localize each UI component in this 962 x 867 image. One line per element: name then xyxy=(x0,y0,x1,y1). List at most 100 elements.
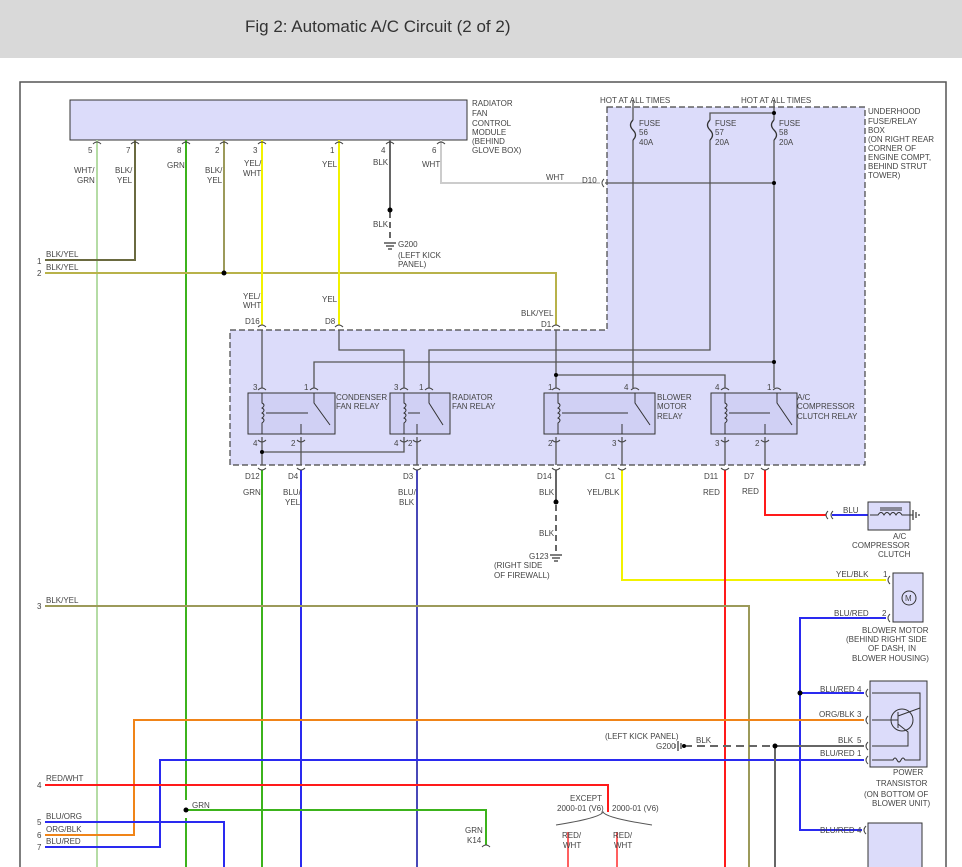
wire-color-label: BLU/ORG xyxy=(46,812,82,821)
lower-component xyxy=(867,822,923,867)
wire-color-label: YEL/BLK xyxy=(587,488,620,497)
fuse-rating: 20A xyxy=(779,138,794,147)
wire-color-label: BLU/ xyxy=(398,488,417,497)
ground-label: G200 xyxy=(656,742,676,751)
relay-pin: 1 xyxy=(419,383,424,392)
blower-label: OF DASH, IN xyxy=(868,644,916,653)
fuse-label: FUSE xyxy=(715,119,736,128)
wire-color-label: ORG/BLK xyxy=(819,710,855,719)
fusebox-label: BOX xyxy=(868,126,886,135)
wire-color-label: YEL xyxy=(117,176,133,185)
variant-label: 2000-01 (V6) xyxy=(557,804,604,813)
wire-color-label: BLU/RED xyxy=(820,685,855,694)
wire-color-label: BLU/ xyxy=(283,488,302,497)
wire-color-label: WHT xyxy=(614,841,632,850)
wire-color-label: BLK/ xyxy=(115,166,133,175)
wire-color-label: BLK xyxy=(373,220,389,229)
module-pin-number: 7 xyxy=(126,146,131,155)
ground-label: (LEFT KICK xyxy=(398,251,442,260)
ground-label: (RIGHT SIDE xyxy=(494,561,542,570)
wire-color-label: BLU/RED xyxy=(46,837,81,846)
fusebox-label: ENGINE COMPT, xyxy=(868,153,931,162)
fuse-rating: 20A xyxy=(715,138,730,147)
wire-color-label: YEL/ xyxy=(244,159,262,168)
wire-color-label: RED/ xyxy=(562,831,582,840)
relay-pin: 4 xyxy=(715,383,720,392)
line-number: 3 xyxy=(37,602,42,611)
pin-number: 2 xyxy=(882,609,887,618)
pin-number: 1 xyxy=(883,570,888,579)
wire-red-d7 xyxy=(764,470,826,516)
line-number: 2 xyxy=(37,269,42,278)
connector-label: K14 xyxy=(467,836,482,845)
line-number: 1 xyxy=(37,257,42,266)
fusebox-label: CORNER OF xyxy=(868,144,916,153)
wire-color-label: YEL xyxy=(322,295,338,304)
ground-label: G200 xyxy=(398,240,418,249)
wiring-diagram: M RADIATOR FAN CONTROL MODULE (BEHIND GL… xyxy=(19,81,947,867)
line-number: 7 xyxy=(37,843,42,852)
connector-label: D7 xyxy=(744,472,755,481)
line-number: 4 xyxy=(37,781,42,790)
wire-color-label: BLK/YEL xyxy=(521,309,554,318)
relay-label: A/C xyxy=(797,393,811,402)
relay-label: RADIATOR xyxy=(452,393,493,402)
connector-label: D10 xyxy=(582,176,597,185)
transistor-label: BLOWER UNIT) xyxy=(872,799,931,808)
wire-color-label: BLU/RED xyxy=(820,826,855,835)
wire-color-label: BLK xyxy=(838,736,854,745)
connector-label: D14 xyxy=(537,472,552,481)
variant-brace xyxy=(555,810,653,826)
line-number: 5 xyxy=(37,818,42,827)
motor-symbol: M xyxy=(905,594,912,603)
relay-label: CONDENSER xyxy=(336,393,387,402)
relay-label: CLUTCH RELAY xyxy=(797,412,858,421)
wire-color-label: BLU/RED xyxy=(820,749,855,758)
module-pin-number: 5 xyxy=(88,146,93,155)
relay-label: COMPRESSOR xyxy=(797,402,855,411)
wire-color-label: YEL/ xyxy=(243,292,261,301)
wire-grn-k14 xyxy=(186,809,487,845)
fuse-number: 56 xyxy=(639,128,648,137)
module-pin-number: 2 xyxy=(215,146,220,155)
fusebox-label: (ON RIGHT REAR xyxy=(868,135,934,144)
blower-label: BLOWER MOTOR xyxy=(862,626,929,635)
pin-number: 5 xyxy=(857,736,862,745)
module-pin-number: 6 xyxy=(432,146,437,155)
pin-number: 4 xyxy=(857,826,862,835)
relay-label: FAN RELAY xyxy=(452,402,496,411)
wire-color-label: RED/ xyxy=(613,831,633,840)
relay-pin: 2 xyxy=(755,439,760,448)
wire-color-label: GRN xyxy=(465,826,483,835)
relay-pin: 3 xyxy=(394,383,399,392)
wire-color-label: YEL xyxy=(322,160,338,169)
fusebox-label: BEHIND STRUT xyxy=(868,162,927,171)
ground-label: OF FIREWALL) xyxy=(494,571,550,580)
relay-label: MOTOR xyxy=(657,402,687,411)
wire-color-label: BLK xyxy=(539,529,555,538)
wire-color-label: GRN xyxy=(167,161,185,170)
relay-label: FAN RELAY xyxy=(336,402,380,411)
wire-color-label: WHT xyxy=(563,841,581,850)
fusebox-label: TOWER) xyxy=(868,171,901,180)
clutch-label: COMPRESSOR xyxy=(852,541,910,550)
fuse-number: 57 xyxy=(715,128,724,137)
blower-label: BLOWER HOUSING) xyxy=(852,654,929,663)
fuse-rating: 40A xyxy=(639,138,654,147)
module-pin-number: 1 xyxy=(330,146,335,155)
relay-pin: 3 xyxy=(715,439,720,448)
connector-label: D1 xyxy=(541,320,552,329)
module-pin-number: 4 xyxy=(381,146,386,155)
module-label: CONTROL xyxy=(472,119,512,128)
fuse-label: FUSE xyxy=(779,119,800,128)
wire-color-label: GRN xyxy=(77,176,95,185)
wire-color-label: RED xyxy=(742,487,759,496)
transistor-label: TRANSISTOR xyxy=(876,779,928,788)
variant-label: EXCEPT xyxy=(570,794,602,803)
wire-color-label: BLK/YEL xyxy=(46,263,79,272)
relay-pin: 1 xyxy=(548,383,553,392)
wire-blk-yel-2 xyxy=(45,272,557,325)
ground-label: PANEL) xyxy=(398,260,427,269)
relay-pin: 4 xyxy=(253,439,258,448)
module-pin-number: 3 xyxy=(253,146,258,155)
